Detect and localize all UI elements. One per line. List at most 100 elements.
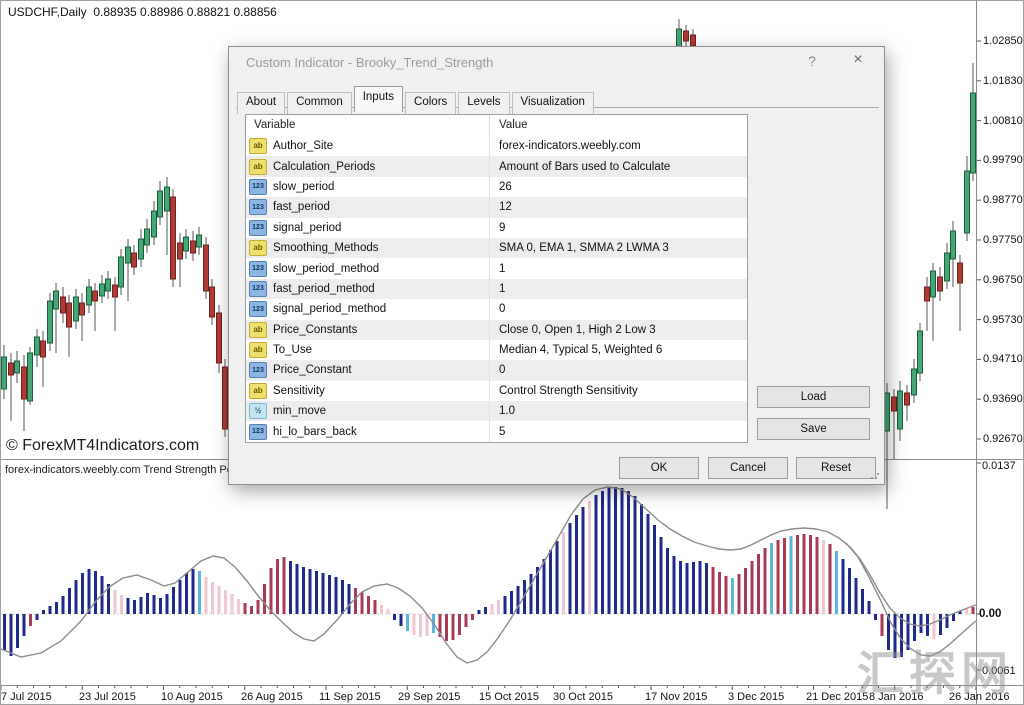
variable-cell: 123slow_period_method xyxy=(246,258,490,278)
histogram-bar xyxy=(497,600,500,614)
table-row[interactable]: 123slow_period26 xyxy=(246,177,747,197)
candlestick xyxy=(48,301,53,343)
histogram-bar xyxy=(666,548,669,614)
price-label: 0.97750 xyxy=(983,234,1023,246)
histogram-bar xyxy=(237,599,240,614)
table-row[interactable]: 123signal_period_method0 xyxy=(246,299,747,319)
histogram-bar xyxy=(556,541,559,614)
variable-name: slow_period_method xyxy=(273,263,379,275)
table-row[interactable]: 123fast_period_method1 xyxy=(246,279,747,299)
table-row[interactable]: abCalculation_PeriodsAmount of Bars used… xyxy=(246,156,747,176)
histogram-bar xyxy=(10,614,13,656)
table-row[interactable]: ab To_Use Median 4, Typical 5, Weighted 6 xyxy=(246,340,747,360)
resize-grip[interactable] xyxy=(870,470,880,480)
table-row[interactable]: ab Author_Site forex-indicators.weebly.com xyxy=(246,136,747,156)
tab-colors[interactable]: Colors xyxy=(405,92,456,114)
variable-value[interactable]: Amount of Bars used to Calculate xyxy=(490,161,747,173)
histogram-bar xyxy=(842,559,845,614)
text-type-icon: ab xyxy=(249,138,267,154)
table-row[interactable]: 123Price_Constant0 xyxy=(246,360,747,380)
tab-visualization[interactable]: Visualization xyxy=(512,92,594,114)
time-label: 23 Jul 2015 xyxy=(79,691,136,703)
variable-value[interactable]: 0 xyxy=(490,364,747,376)
variable-value[interactable]: 5 xyxy=(490,426,747,438)
table-row[interactable]: 123slow_period_method1 xyxy=(246,258,747,278)
histogram-bar xyxy=(835,551,838,614)
candlestick xyxy=(132,253,137,267)
histogram-bar xyxy=(673,556,676,614)
variable-value[interactable]: Close 0, Open 1, High 2 Low 3 xyxy=(490,324,747,336)
variable-value[interactable]: 1.0 xyxy=(490,405,747,417)
text-type-icon: ab xyxy=(249,322,267,338)
histogram-bar xyxy=(608,488,611,614)
candlestick xyxy=(191,241,196,253)
table-row[interactable]: 123fast_period12 xyxy=(246,197,747,217)
variable-value[interactable]: 12 xyxy=(490,201,747,213)
text-type-icon: ab xyxy=(249,342,267,358)
histogram-bar xyxy=(881,614,884,636)
tab-inputs[interactable]: Inputs xyxy=(354,86,403,112)
histogram-bar xyxy=(88,569,91,614)
text-type-icon: ab xyxy=(249,383,267,399)
variable-value[interactable]: Median 4, Typical 5, Weighted 6 xyxy=(490,344,747,356)
histogram-bar xyxy=(634,496,637,614)
histogram-bar xyxy=(283,557,286,614)
integer-type-icon: 123 xyxy=(249,301,267,317)
variable-name: min_move xyxy=(273,405,326,417)
variable-value[interactable]: SMA 0, EMA 1, SMMA 2 LWMA 3 xyxy=(490,242,747,254)
load-button[interactable]: Load xyxy=(757,386,870,408)
variable-cell: ab Price_Constants xyxy=(246,320,490,340)
candlestick xyxy=(41,341,46,357)
variable-value[interactable]: Control Strength Sensitivity xyxy=(490,385,747,397)
variable-value[interactable]: 0 xyxy=(490,303,747,315)
tab-levels[interactable]: Levels xyxy=(458,92,509,114)
variable-cell: 123fast_period xyxy=(246,197,490,217)
tab-about[interactable]: About xyxy=(237,92,285,114)
table-row[interactable]: 123signal_period9 xyxy=(246,218,747,238)
candlestick xyxy=(691,35,696,46)
variable-value[interactable]: 26 xyxy=(490,181,747,193)
candlestick xyxy=(28,353,33,401)
histogram-bar xyxy=(777,540,780,614)
table-row[interactable]: abSensitivityControl Strength Sensitivit… xyxy=(246,381,747,401)
ok-button[interactable]: OK xyxy=(619,457,699,479)
save-button[interactable]: Save xyxy=(757,418,870,440)
variable-name: Price_Constants xyxy=(273,324,357,336)
table-row[interactable]: ½min_move1.0 xyxy=(246,401,747,421)
histogram-bar xyxy=(517,586,520,614)
variable-cell: ab To_Use xyxy=(246,340,490,360)
price-label: 1.01830 xyxy=(983,75,1023,87)
histogram-bar xyxy=(302,567,305,614)
variable-value[interactable]: forex-indicators.weebly.com xyxy=(490,140,747,152)
tab-common[interactable]: Common xyxy=(287,92,352,114)
close-icon[interactable]: × xyxy=(845,51,871,71)
table-row[interactable]: abSmoothing_MethodsSMA 0, EMA 1, SMMA 2 … xyxy=(246,238,747,258)
histogram-bar xyxy=(738,574,741,614)
histogram-bar xyxy=(471,614,474,620)
variable-value[interactable]: 1 xyxy=(490,263,747,275)
help-icon[interactable]: ? xyxy=(801,53,823,71)
histogram-bar xyxy=(972,607,975,614)
variable-name: To_Use xyxy=(273,344,312,356)
text-type-icon: ab xyxy=(249,159,267,175)
time-label: 3 Dec 2015 xyxy=(728,691,784,703)
text-type-icon: ab xyxy=(249,240,267,256)
candlestick xyxy=(965,171,970,233)
histogram-bar xyxy=(205,577,208,614)
table-row[interactable]: ab Price_Constants Close 0, Open 1, High 2… xyxy=(246,320,747,340)
candlestick xyxy=(898,391,903,429)
histogram-bar xyxy=(549,550,552,614)
histogram-bar xyxy=(263,584,266,614)
histogram-bar xyxy=(224,590,227,614)
histogram-bar xyxy=(315,571,318,614)
histogram-bar xyxy=(569,523,572,614)
variable-value[interactable]: 9 xyxy=(490,222,747,234)
reset-button[interactable]: Reset xyxy=(796,457,876,479)
candlestick xyxy=(918,331,923,373)
histogram-bar xyxy=(861,589,864,614)
variable-name: Author_Site xyxy=(273,140,333,152)
cancel-button[interactable]: Cancel xyxy=(708,457,788,479)
variable-value[interactable]: 1 xyxy=(490,283,747,295)
table-row[interactable]: 123hi_lo_bars_back5 xyxy=(246,421,747,441)
variable-name: fast_period_method xyxy=(273,283,375,295)
